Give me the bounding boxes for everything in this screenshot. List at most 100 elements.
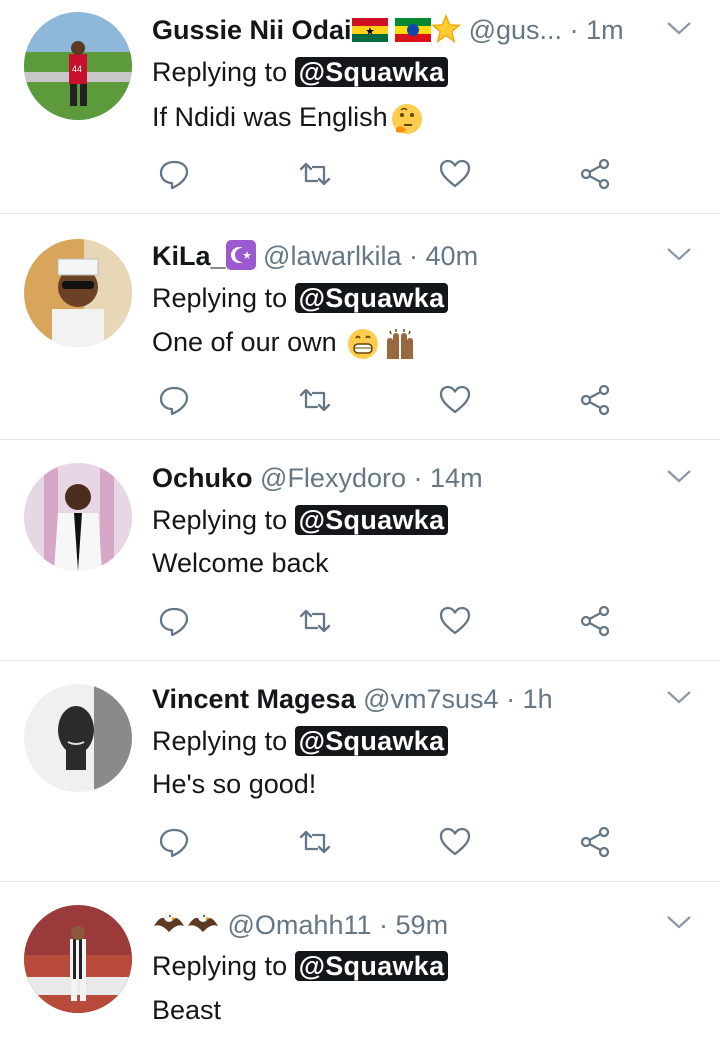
avatar[interactable]: [24, 905, 132, 1013]
reply-context: Replying to @Squawka: [152, 723, 449, 759]
tweet[interactable]: 44 Gussie Nii Odai @gus... · 1m Replying…: [0, 0, 720, 214]
share-button[interactable]: [575, 380, 615, 420]
reply-icon: [159, 607, 189, 637]
chevron-down-icon[interactable]: [666, 246, 692, 262]
retweet-button[interactable]: [295, 822, 335, 862]
share-icon: [580, 826, 610, 858]
avatar[interactable]: [24, 239, 132, 347]
tweet-header: @Omahh11 · 59m: [152, 906, 648, 943]
raising-hands-icon: [387, 328, 414, 359]
retweet-icon: [299, 162, 331, 186]
avatar[interactable]: [24, 463, 132, 571]
tweet-header: KiLa_ @lawarlkila · 40m: [152, 238, 648, 274]
tweet-text: He's so good!: [152, 766, 316, 802]
crescent-star-icon: [225, 240, 256, 270]
flag-ghana-icon: [351, 18, 388, 42]
user-handle[interactable]: @gus...: [469, 15, 562, 45]
share-icon: [580, 158, 610, 190]
separator-dot: ·: [506, 684, 516, 714]
user-handle[interactable]: @lawarlkila: [263, 241, 401, 271]
user-handle[interactable]: @Omahh11: [228, 910, 372, 940]
share-button[interactable]: [575, 822, 615, 862]
retweet-icon: [299, 388, 331, 412]
share-icon: [580, 384, 610, 416]
share-icon: [580, 605, 610, 637]
chevron-down-icon[interactable]: [666, 689, 692, 705]
like-icon: [439, 385, 471, 414]
timestamp[interactable]: 59m: [396, 910, 449, 940]
mention-link[interactable]: @Squawka: [294, 283, 449, 313]
avatar[interactable]: 44: [24, 12, 132, 120]
reply-icon: [159, 828, 189, 858]
tweet-header: Vincent Magesa @vm7sus4 · 1h: [152, 681, 648, 717]
thinking-face-icon: [391, 103, 422, 134]
eagle-icon: [154, 912, 184, 932]
reply-context: Replying to @Squawka: [152, 54, 449, 90]
tweet-text: If Ndidi was English: [152, 99, 424, 136]
chevron-down-icon[interactable]: [666, 914, 692, 930]
tweet-actions: [152, 380, 622, 420]
reply-button[interactable]: [154, 601, 194, 641]
reply-button[interactable]: [154, 154, 194, 194]
display-name[interactable]: Vincent Magesa: [152, 684, 356, 714]
avatar-image: [24, 463, 132, 571]
tweet[interactable]: Ochuko @Flexydoro · 14m Replying to @Squ…: [0, 440, 720, 661]
tweet-actions: [152, 601, 622, 641]
timestamp[interactable]: 14m: [430, 463, 483, 493]
like-button[interactable]: [435, 154, 475, 194]
reply-button[interactable]: [154, 822, 194, 862]
tweet[interactable]: KiLa_ @lawarlkila · 40m Replying to @Squ…: [0, 214, 720, 440]
reply-button[interactable]: [154, 380, 194, 420]
display-name[interactable]: Ochuko: [152, 463, 253, 493]
tweet-text: One of our own: [152, 324, 418, 361]
mention-link[interactable]: @Squawka: [294, 951, 449, 981]
avatar[interactable]: [24, 684, 132, 792]
tweet[interactable]: @Omahh11 · 59m Replying to @Squawka Beas…: [0, 882, 720, 1042]
star-icon: [431, 14, 462, 43]
user-handle[interactable]: @vm7sus4: [363, 684, 498, 714]
tweet-actions: [152, 822, 622, 862]
eagle-icon: [188, 912, 218, 932]
avatar-image: [24, 684, 132, 792]
reply-icon: [159, 386, 189, 416]
mention-link[interactable]: @Squawka: [294, 57, 449, 87]
replying-to-label: Replying to: [152, 726, 288, 756]
tweet[interactable]: Vincent Magesa @vm7sus4 · 1h Replying to…: [0, 661, 720, 882]
retweet-button[interactable]: [295, 601, 335, 641]
timestamp[interactable]: 1h: [523, 684, 553, 714]
retweet-button[interactable]: [295, 380, 335, 420]
chevron-down-icon[interactable]: [666, 20, 692, 36]
user-handle[interactable]: @Flexydoro: [260, 463, 406, 493]
timestamp[interactable]: 40m: [426, 241, 479, 271]
like-icon: [439, 606, 471, 635]
reply-context: Replying to @Squawka: [152, 502, 449, 538]
timestamp[interactable]: 1m: [586, 15, 624, 45]
tweet-body: He's so good!: [152, 769, 317, 799]
like-button[interactable]: [435, 822, 475, 862]
like-icon: [439, 159, 471, 188]
share-button[interactable]: [575, 601, 615, 641]
retweet-icon: [299, 609, 331, 633]
tweet-actions: [152, 154, 622, 194]
tweet-text: Welcome back: [152, 545, 329, 581]
display-name[interactable]: KiLa_: [152, 241, 226, 271]
retweet-button[interactable]: [295, 154, 335, 194]
reply-icon: [159, 160, 189, 190]
replying-to-label: Replying to: [152, 505, 288, 535]
avatar-image: 44: [24, 12, 132, 120]
flag-ethiopia-icon: [395, 18, 432, 42]
display-name[interactable]: Gussie Nii Odai: [152, 15, 352, 45]
share-button[interactable]: [575, 154, 615, 194]
grinning-face-icon: [348, 328, 379, 359]
retweet-icon: [299, 830, 331, 854]
mention-link[interactable]: @Squawka: [294, 726, 449, 756]
like-button[interactable]: [435, 380, 475, 420]
chevron-down-icon[interactable]: [666, 468, 692, 484]
mention-link[interactable]: @Squawka: [294, 505, 449, 535]
tweet-header: Gussie Nii Odai @gus... · 1m: [152, 12, 648, 48]
like-button[interactable]: [435, 601, 475, 641]
tweet-text: Beast: [152, 992, 221, 1028]
avatar-image: [24, 239, 132, 347]
tweet-body: One of our own: [152, 327, 337, 357]
tweet-body: Welcome back: [152, 548, 329, 578]
